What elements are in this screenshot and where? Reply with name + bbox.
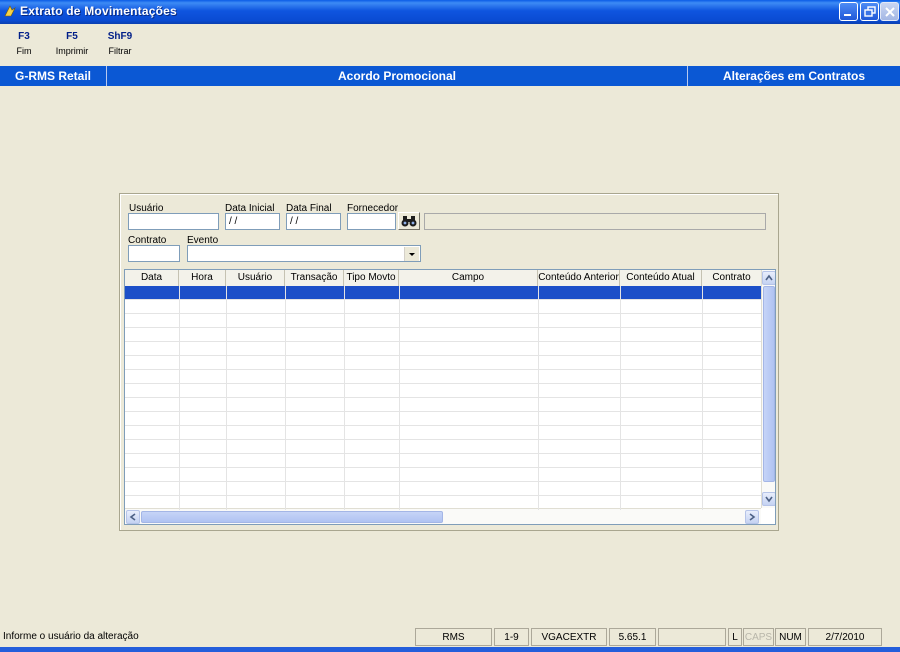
column-gridline	[285, 286, 286, 510]
column-gridline	[226, 286, 227, 510]
column-header-conteudo-anterior[interactable]: Conteúdo Anterior	[538, 270, 620, 286]
data-final-input[interactable]: / /	[286, 213, 341, 230]
table-row[interactable]	[125, 398, 761, 412]
scroll-up-button[interactable]	[762, 271, 775, 285]
status-range: 1-9	[494, 628, 529, 646]
fkey-imprimir[interactable]: F5 Imprimir	[52, 31, 92, 56]
horizontal-scrollbar[interactable]	[125, 508, 761, 524]
fornecedor-search-button[interactable]	[398, 212, 420, 230]
table-row[interactable]	[125, 384, 761, 398]
column-header-hora[interactable]: Hora	[179, 270, 226, 286]
column-gridline	[399, 286, 400, 510]
module-name: Acordo Promocional	[337, 69, 456, 83]
window-title: Extrato de Movimentações	[20, 4, 177, 18]
fornecedor-name-display	[424, 213, 766, 230]
table-row[interactable]	[125, 314, 761, 328]
movements-table[interactable]: Data Hora Usuário Transação Tipo Movto C…	[124, 269, 776, 525]
table-row[interactable]	[125, 412, 761, 426]
window-titlebar: Extrato de Movimentações	[0, 0, 900, 24]
column-header-conteudo-atual[interactable]: Conteúdo Atual	[620, 270, 702, 286]
column-header-tipo-movto[interactable]: Tipo Movto	[344, 270, 399, 286]
fkey-filtrar[interactable]: ShF9 Filtrar	[100, 31, 140, 56]
fkey-fim[interactable]: F3 Fim	[4, 31, 44, 56]
usuario-input[interactable]	[128, 213, 219, 230]
chevron-right-icon	[749, 513, 756, 521]
column-gridline	[179, 286, 180, 510]
table-row[interactable]	[125, 454, 761, 468]
fkey-f5-key: F5	[66, 31, 78, 42]
minimize-button[interactable]	[839, 2, 858, 21]
column-header-campo[interactable]: Campo	[399, 270, 538, 286]
scroll-right-button[interactable]	[745, 510, 759, 524]
status-indicator	[658, 628, 726, 646]
status-num: NUM	[775, 628, 806, 646]
restore-button[interactable]	[860, 2, 879, 21]
chevron-left-icon	[129, 513, 136, 521]
table-row[interactable]	[125, 370, 761, 384]
app-name: G-RMS Retail	[14, 69, 91, 83]
table-row[interactable]	[125, 342, 761, 356]
table-row[interactable]	[125, 300, 761, 314]
status-bar: Informe o usuário da alteração RMS 1-9 V…	[0, 628, 900, 646]
chevron-up-icon	[765, 274, 773, 281]
table-row[interactable]	[125, 356, 761, 370]
column-gridline	[702, 286, 703, 510]
module-header-bar: G-RMS Retail Acordo Promocional Alteraçõ…	[0, 66, 900, 86]
chevron-down-icon	[765, 496, 773, 503]
column-header-contrato[interactable]: Contrato	[702, 270, 761, 286]
column-header-data[interactable]: Data	[125, 270, 179, 286]
status-message: Informe o usuário da alteração	[3, 631, 139, 642]
table-row[interactable]	[125, 286, 761, 300]
horizontal-scroll-thumb[interactable]	[141, 511, 443, 523]
status-version: 5.65.1	[609, 628, 656, 646]
status-date: 2/7/2010	[808, 628, 882, 646]
table-header: Data Hora Usuário Transação Tipo Movto C…	[125, 270, 761, 287]
status-system: RMS	[415, 628, 492, 646]
contrato-input[interactable]	[128, 245, 180, 262]
fkey-shf9-key: ShF9	[107, 31, 133, 42]
column-header-transacao[interactable]: Transação	[285, 270, 344, 286]
fkey-f3-key: F3	[18, 31, 30, 42]
evento-dropdown-button[interactable]	[404, 247, 419, 261]
chevron-down-icon	[409, 253, 415, 256]
vertical-scroll-thumb[interactable]	[763, 286, 775, 482]
section-name: Alterações em Contratos	[722, 69, 866, 83]
table-row[interactable]	[125, 426, 761, 440]
column-gridline	[344, 286, 345, 510]
fkey-f5-label: Imprimir	[55, 46, 89, 56]
table-row[interactable]	[125, 440, 761, 454]
table-row[interactable]	[125, 482, 761, 496]
column-gridline	[538, 286, 539, 510]
status-caps: CAPS	[743, 628, 774, 646]
table-row[interactable]	[125, 328, 761, 342]
table-row[interactable]	[125, 468, 761, 482]
status-program: VGACEXTR	[531, 628, 607, 646]
close-button[interactable]	[880, 2, 899, 21]
data-inicial-input[interactable]: / /	[225, 213, 280, 230]
evento-select[interactable]	[187, 245, 421, 262]
scroll-left-button[interactable]	[126, 510, 140, 524]
fkey-f3-label: Fim	[16, 46, 32, 56]
app-icon	[4, 5, 16, 17]
taskbar-edge	[0, 647, 900, 652]
fornecedor-code-input[interactable]	[347, 213, 396, 230]
status-lock: L	[728, 628, 742, 646]
fkey-shf9-label: Filtrar	[108, 46, 132, 56]
column-gridline	[620, 286, 621, 510]
vertical-scrollbar[interactable]	[761, 270, 775, 508]
scroll-down-button[interactable]	[762, 492, 775, 506]
column-header-usuario[interactable]: Usuário	[226, 270, 285, 286]
binoculars-icon	[401, 216, 417, 227]
